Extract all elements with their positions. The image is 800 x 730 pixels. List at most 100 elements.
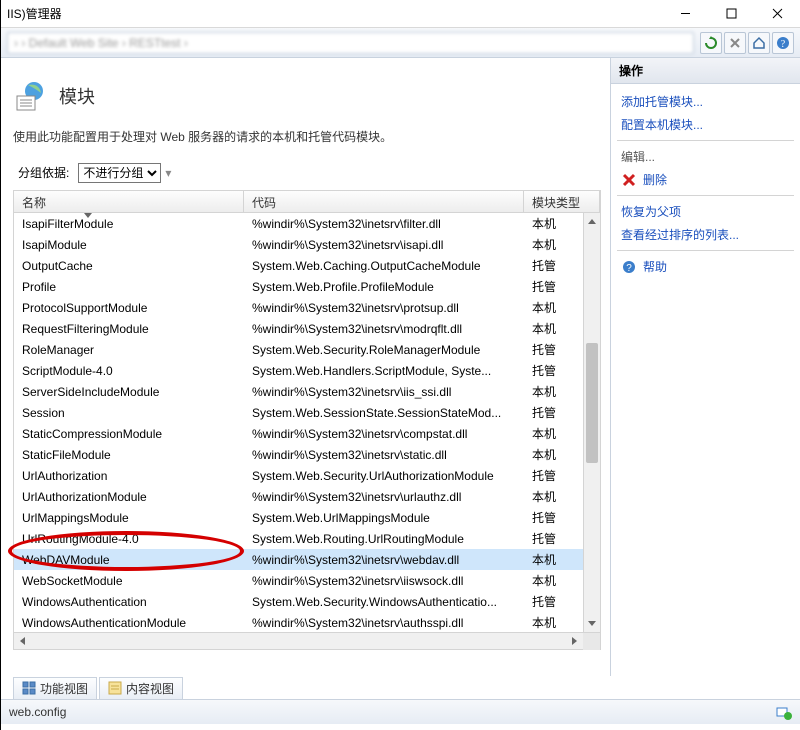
tray-icon: [776, 704, 792, 720]
table-row[interactable]: IsapiFilterModule%windir%\System32\inets…: [14, 213, 583, 234]
table-row[interactable]: ProfileSystem.Web.Profile.ProfileModule托…: [14, 276, 583, 297]
table-row[interactable]: SessionSystem.Web.SessionState.SessionSt…: [14, 402, 583, 423]
table-row[interactable]: UrlRoutingModule-4.0System.Web.Routing.U…: [14, 528, 583, 549]
breadcrumb-bar: › › Default Web Site › RESTtest › ?: [1, 28, 800, 58]
help-icon: ?: [621, 259, 637, 275]
cell-name: WindowsAuthentication: [14, 595, 244, 609]
cell-name: Session: [14, 406, 244, 420]
cell-type: 本机: [524, 614, 583, 631]
window-title: IIS)管理器: [1, 5, 662, 22]
tab-features-view[interactable]: 功能视图: [13, 677, 97, 699]
col-code[interactable]: 代码: [244, 191, 524, 212]
maximize-button[interactable]: [708, 0, 754, 27]
breadcrumb-field[interactable]: › › Default Web Site › RESTtest ›: [7, 32, 694, 54]
table-row[interactable]: WindowsAuthenticationSystem.Web.Security…: [14, 591, 583, 612]
cell-type: 本机: [524, 320, 583, 337]
status-bar: web.config: [1, 700, 800, 724]
cell-name: StaticFileModule: [14, 448, 244, 462]
table-row[interactable]: WebDAVModule%windir%\System32\inetsrv\we…: [14, 549, 583, 570]
cell-type: 本机: [524, 425, 583, 442]
status-config-file: web.config: [9, 705, 66, 719]
cell-name: ServerSideIncludeModule: [14, 385, 244, 399]
close-button[interactable]: [754, 0, 800, 27]
action-add-managed[interactable]: 添加托管模块...: [615, 90, 796, 113]
delete-icon: [621, 172, 637, 188]
cell-code: %windir%\System32\inetsrv\protsup.dll: [244, 301, 524, 315]
cell-name: StaticCompressionModule: [14, 427, 244, 441]
stop-icon[interactable]: [724, 32, 746, 54]
cell-code: System.Web.Profile.ProfileModule: [244, 280, 524, 294]
cell-code: System.Web.Security.RoleManagerModule: [244, 343, 524, 357]
cell-type: 本机: [524, 572, 583, 589]
table-row[interactable]: UrlAuthorizationModule%windir%\System32\…: [14, 486, 583, 507]
scroll-corner: [583, 633, 600, 650]
action-configure-native[interactable]: 配置本机模块...: [615, 113, 796, 136]
cell-name: UrlMappingsModule: [14, 511, 244, 525]
cell-type: 本机: [524, 551, 583, 568]
table-row[interactable]: ServerSideIncludeModule%windir%\System32…: [14, 381, 583, 402]
table-row[interactable]: StaticCompressionModule%windir%\System32…: [14, 423, 583, 444]
cell-name: WebSocketModule: [14, 574, 244, 588]
separator: [617, 250, 794, 251]
table-row[interactable]: UrlAuthorizationSystem.Web.Security.UrlA…: [14, 465, 583, 486]
table-row[interactable]: StaticFileModule%windir%\System32\inetsr…: [14, 444, 583, 465]
cell-type: 托管: [524, 341, 583, 358]
table-row[interactable]: WindowsAuthenticationModule%windir%\Syst…: [14, 612, 583, 632]
cell-code: %windir%\System32\inetsrv\iiswsock.dll: [244, 574, 524, 588]
table-row[interactable]: IsapiModule%windir%\System32\inetsrv\isa…: [14, 234, 583, 255]
cell-type: 本机: [524, 215, 583, 232]
table-row[interactable]: ScriptModule-4.0System.Web.Handlers.Scri…: [14, 360, 583, 381]
svg-text:?: ?: [626, 263, 632, 274]
cell-name: WebDAVModule: [14, 553, 244, 567]
tab-label: 内容视图: [126, 680, 174, 697]
page-title: 模块: [59, 83, 95, 109]
table-row[interactable]: RoleManagerSystem.Web.Security.RoleManag…: [14, 339, 583, 360]
col-name[interactable]: 名称: [14, 191, 244, 212]
scroll-down-arrow[interactable]: [584, 615, 600, 632]
scroll-thumb[interactable]: [586, 343, 598, 463]
cell-name: UrlAuthorizationModule: [14, 490, 244, 504]
actions-pane: 操作 添加托管模块... 配置本机模块... 编辑... 删除 恢复为父项 查看…: [610, 58, 800, 676]
cell-name: UrlRoutingModule-4.0: [14, 532, 244, 546]
tab-content-view[interactable]: 内容视图: [99, 677, 183, 699]
cell-code: System.Web.Handlers.ScriptModule, Syste.…: [244, 364, 524, 378]
refresh-icon[interactable]: [700, 32, 722, 54]
help-icon[interactable]: ?: [772, 32, 794, 54]
home-icon[interactable]: [748, 32, 770, 54]
table-row[interactable]: OutputCacheSystem.Web.Caching.OutputCach…: [14, 255, 583, 276]
scroll-up-arrow[interactable]: [584, 213, 600, 230]
cell-code: System.Web.UrlMappingsModule: [244, 511, 524, 525]
col-type[interactable]: 模块类型: [524, 191, 600, 212]
page-description: 使用此功能配置用于处理对 Web 服务器的请求的本机和托管代码模块。: [13, 128, 606, 145]
table-row[interactable]: ProtocolSupportModule%windir%\System32\i…: [14, 297, 583, 318]
action-view-ordered[interactable]: 查看经过排序的列表...: [615, 223, 796, 246]
cell-type: 本机: [524, 446, 583, 463]
separator: [617, 195, 794, 196]
action-revert-parent[interactable]: 恢复为父项: [615, 200, 796, 223]
scroll-right-arrow[interactable]: [566, 633, 583, 649]
svg-text:?: ?: [781, 39, 786, 50]
action-help[interactable]: ? 帮助: [615, 255, 796, 278]
action-delete[interactable]: 删除: [615, 168, 796, 191]
vertical-scrollbar[interactable]: [583, 213, 600, 632]
table-header: 名称 代码 模块类型: [14, 191, 600, 213]
cell-name: UrlAuthorization: [14, 469, 244, 483]
cell-name: IsapiFilterModule: [14, 217, 244, 231]
table-row[interactable]: RequestFilteringModule%windir%\System32\…: [14, 318, 583, 339]
cell-code: System.Web.Security.UrlAuthorizationModu…: [244, 469, 524, 483]
table-row[interactable]: WebSocketModule%windir%\System32\inetsrv…: [14, 570, 583, 591]
cell-type: 托管: [524, 509, 583, 526]
action-edit[interactable]: 编辑...: [615, 145, 796, 168]
cell-type: 本机: [524, 488, 583, 505]
minimize-button[interactable]: [662, 0, 708, 27]
features-icon: [22, 681, 36, 695]
cell-name: WindowsAuthenticationModule: [14, 616, 244, 630]
scroll-left-arrow[interactable]: [14, 633, 31, 649]
group-by-select[interactable]: 不进行分组: [78, 163, 161, 183]
cell-code: System.Web.Routing.UrlRoutingModule: [244, 532, 524, 546]
group-by-bar: 分组依据: 不进行分组 ▾: [13, 161, 606, 184]
cell-code: %windir%\System32\inetsrv\urlauthz.dll: [244, 490, 524, 504]
horizontal-scrollbar[interactable]: [14, 632, 600, 649]
modules-table: 名称 代码 模块类型 IsapiFilterModule%windir%\Sys…: [13, 190, 601, 650]
table-row[interactable]: UrlMappingsModuleSystem.Web.UrlMappingsM…: [14, 507, 583, 528]
